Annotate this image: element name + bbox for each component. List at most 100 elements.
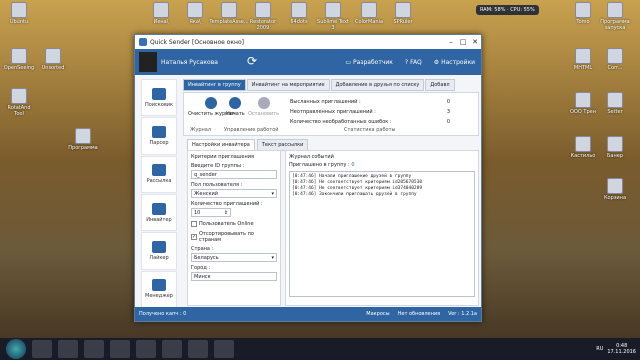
desktop-icon[interactable]: Иена\: [144, 2, 178, 25]
version-label: Ver : 1.2.1a: [448, 311, 477, 317]
taskbar-app[interactable]: [136, 340, 156, 358]
start-button[interactable]: [6, 339, 26, 359]
group-id-input[interactable]: q_sender: [191, 170, 277, 179]
desktop-icon[interactable]: Unsorted: [36, 48, 70, 71]
stats-block: Высланных приглашений :0 Неотправленных …: [290, 99, 450, 125]
desktop-icon[interactable]: Ubuntu: [2, 2, 36, 25]
mail-icon: [152, 164, 166, 177]
filter-countries-checkbox[interactable]: ✓ Отсортировывать по странам: [191, 231, 277, 243]
desktop-icon[interactable]: Tomo: [566, 2, 600, 25]
taskbar-app[interactable]: [58, 340, 78, 358]
language-indicator[interactable]: RU: [596, 346, 603, 352]
monitor-icon: ▭: [345, 58, 351, 66]
city-input[interactable]: Минск: [191, 272, 277, 281]
taskbar: RU 0:48 17.11.2016: [0, 338, 640, 360]
developer-button[interactable]: ▭ Разработчик: [339, 59, 399, 66]
avatar: [139, 52, 157, 72]
desktop-icon[interactable]: ООО Трен: [566, 92, 600, 115]
sidebar-item-search[interactable]: Поисковик: [141, 79, 177, 117]
desktop-icon[interactable]: ColorMania: [352, 2, 386, 25]
group-journal-label: Журнал: [190, 127, 212, 133]
invite-icon: [152, 202, 166, 215]
desktop-icon[interactable]: Программа запуска: [598, 2, 632, 31]
criteria-title: Критерии приглашения: [191, 154, 254, 160]
criteria-panel: Критерии приглашения Введите ID группы :…: [187, 150, 281, 306]
desktop-icon[interactable]: SPRuler: [386, 2, 420, 25]
chevron-down-icon: ▾: [271, 254, 274, 261]
search-icon: [152, 87, 166, 100]
sidebar-item-manager[interactable]: Менеджер: [141, 270, 177, 308]
taskbar-app[interactable]: [214, 340, 234, 358]
desktop-icon[interactable]: Restorator 2009: [246, 2, 280, 31]
recycle-bin-icon[interactable]: Корзина: [598, 178, 632, 201]
tab-add-friends[interactable]: Добавление в друзья по списку: [330, 79, 425, 91]
sidebar-item-liker[interactable]: Лайкер: [141, 232, 177, 270]
quick-sender-window: Quick Sender [Основное окно] – □ ✕ Натал…: [134, 34, 482, 322]
desktop-icon[interactable]: Банер: [598, 136, 632, 159]
desktop-icon[interactable]: Sublime Text 3: [316, 2, 350, 31]
tab-invite-group[interactable]: Инвайтинг в группу: [183, 79, 246, 91]
desktop-icon[interactable]: Кастильо: [566, 136, 600, 159]
resource-gadget: RAM: 58% · CPU: 55%: [476, 5, 539, 15]
desktop-icon[interactable]: 64dots: [282, 2, 316, 25]
log-line: [0:47:46] Закончили приглашать друзей в …: [292, 192, 417, 197]
desktop-icon[interactable]: TemplateAsse...: [209, 2, 249, 25]
minimize-button[interactable]: –: [445, 38, 457, 46]
desktop-icon[interactable]: Corr...: [598, 48, 632, 71]
invited-count: 0: [351, 162, 355, 168]
invite-count-stepper[interactable]: 10 ⇕: [191, 208, 231, 217]
desktop-icon[interactable]: Setter: [598, 92, 632, 115]
country-select[interactable]: Беларусь ▾: [191, 253, 277, 262]
help-icon: ?: [404, 58, 409, 66]
title-bar: Quick Sender [Основное окно] – □ ✕: [135, 35, 481, 49]
ribbon: Очистить журнал Начать Остановить Журнал…: [183, 92, 479, 136]
sidebar: Поисковик Парсер Рассылка Инвайтер Лайке…: [141, 79, 177, 309]
sidebar-item-mailing[interactable]: Рассылка: [141, 155, 177, 193]
refresh-icon[interactable]: ⟳: [247, 54, 263, 70]
send-icon: [152, 279, 166, 292]
user-name: Наталья Русакова: [161, 58, 218, 66]
journal-panel: Журнал событий Приглашено в группу : 0 […: [285, 150, 479, 306]
header-bar: Наталья Русакова ⟳ ▭ Разработчик ? FAQ ⚙ На…: [135, 49, 481, 75]
stepper-icon: ⇕: [223, 209, 228, 216]
group-stats-label: Статистика работы: [344, 127, 396, 133]
desktop-icon[interactable]: Яка\: [178, 2, 212, 25]
app-icon: [139, 38, 147, 46]
sidebar-item-parser[interactable]: Парсер: [141, 117, 177, 155]
faq-button[interactable]: ? FAQ: [399, 59, 428, 66]
taskbar-app[interactable]: [162, 340, 182, 358]
window-title: Quick Sender [Основное окно]: [150, 38, 244, 46]
updates-link[interactable]: Нет обновления: [398, 311, 441, 317]
maximize-button[interactable]: □: [457, 38, 469, 46]
journal-title: Журнал событий: [289, 154, 334, 160]
macros-link[interactable]: Макросы: [366, 311, 389, 317]
taskbar-app[interactable]: [84, 340, 104, 358]
group-control-label: Управление работой: [224, 127, 279, 133]
gender-select[interactable]: Женский ▾: [191, 189, 277, 198]
gear-icon: ⚙: [433, 58, 440, 66]
parser-icon: [152, 125, 166, 138]
taskbar-app[interactable]: [110, 340, 130, 358]
play-icon: [229, 97, 242, 109]
stop-button[interactable]: Остановить: [248, 97, 279, 117]
tab-add-more[interactable]: Добавл: [425, 79, 455, 91]
online-checkbox[interactable]: Пользователь Online: [191, 221, 277, 227]
taskbar-app[interactable]: [188, 340, 208, 358]
close-button[interactable]: ✕: [469, 38, 481, 46]
taskbar-app[interactable]: [32, 340, 52, 358]
desktop-icon[interactable]: Программа: [66, 128, 100, 151]
desktop-icon[interactable]: RotatAnd Tool: [2, 88, 36, 117]
stop-icon: [257, 97, 270, 109]
journal-log[interactable]: [0:47:46] Начали приглашение друзей в гр…: [289, 171, 475, 297]
main-tabs: Инвайтинг в группу Инвайтинг на мероприя…: [183, 79, 479, 91]
tab-invite-event[interactable]: Инвайтинг на мероприятие: [246, 79, 330, 91]
status-bar: Получено капч : 0 Макросы Нет обновления…: [135, 307, 481, 321]
broom-icon: [205, 97, 218, 109]
desktop-icon[interactable]: OpenSeeing: [2, 48, 36, 71]
start-button[interactable]: Начать: [226, 97, 245, 117]
system-tray: RU 0:48 17.11.2016: [596, 343, 640, 355]
sidebar-item-inviter[interactable]: Инвайтер: [141, 193, 177, 232]
clock[interactable]: 0:48 17.11.2016: [607, 343, 636, 355]
settings-button[interactable]: ⚙ Настройки: [428, 59, 481, 66]
desktop-icon[interactable]: MHTML: [566, 48, 600, 71]
